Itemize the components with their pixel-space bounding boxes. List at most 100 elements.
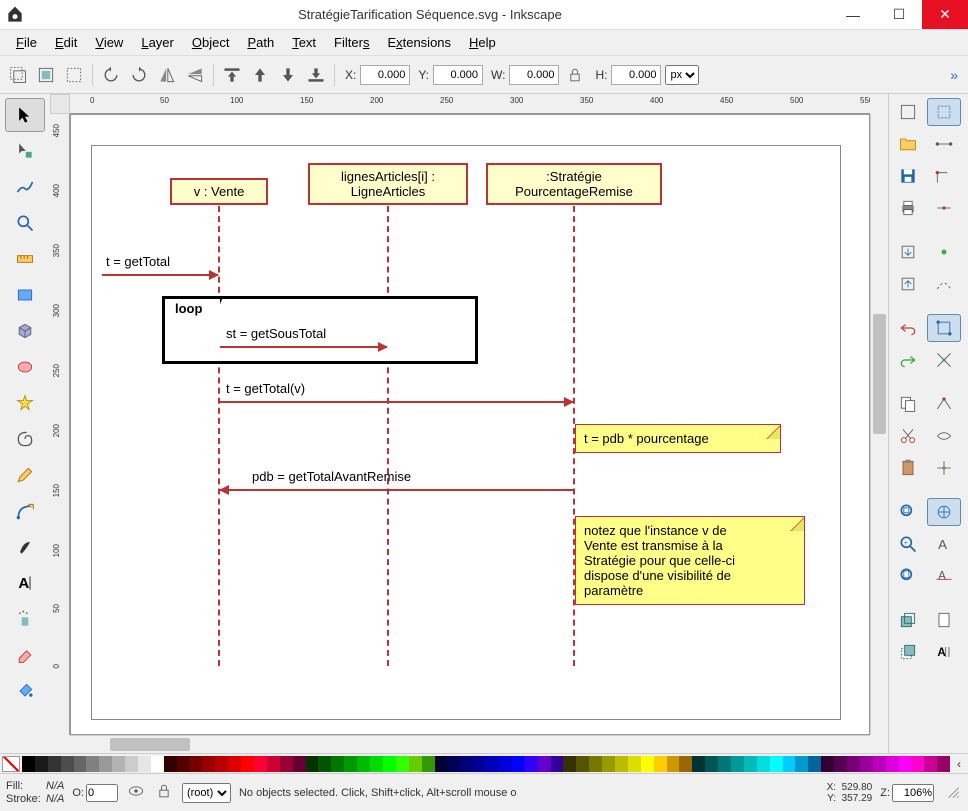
cut-icon[interactable] <box>891 422 925 450</box>
swatch[interactable] <box>783 756 796 772</box>
palette-more-icon[interactable]: ‹ <box>950 757 968 771</box>
swatch[interactable] <box>215 756 228 772</box>
swatch[interactable] <box>435 756 448 772</box>
swatch[interactable] <box>99 756 112 772</box>
select-all-layers-icon[interactable] <box>6 63 30 87</box>
zoom-page-icon[interactable] <box>891 562 925 590</box>
swatch[interactable] <box>860 756 873 772</box>
snap-grid-text-icon[interactable]: A <box>927 638 961 666</box>
measure-tool[interactable] <box>5 242 45 276</box>
import-icon[interactable] <box>891 238 925 266</box>
snap-rotation-icon[interactable] <box>927 498 961 526</box>
swatch[interactable] <box>705 756 718 772</box>
swatch[interactable] <box>628 756 641 772</box>
swatch[interactable] <box>847 756 860 772</box>
spiral-tool[interactable] <box>5 422 45 456</box>
rotate-ccw-icon[interactable] <box>99 63 123 87</box>
snap-smooth-icon[interactable] <box>927 422 961 450</box>
snap-path-icon[interactable] <box>927 270 961 298</box>
swatch[interactable] <box>576 756 589 772</box>
rect-tool[interactable] <box>5 278 45 312</box>
snap-enable-icon[interactable] <box>891 98 925 126</box>
swatch[interactable] <box>821 756 834 772</box>
x-input[interactable] <box>360 65 410 85</box>
snap-baseline-icon[interactable]: A <box>927 562 961 590</box>
deselect-icon[interactable] <box>62 63 86 87</box>
swatch[interactable] <box>447 756 460 772</box>
zoom-tool[interactable] <box>5 206 45 240</box>
vertical-scrollbar[interactable] <box>870 114 888 735</box>
swatch[interactable] <box>357 756 370 772</box>
node-tool[interactable] <box>5 134 45 168</box>
eraser-tool[interactable] <box>5 638 45 672</box>
swatch[interactable] <box>731 756 744 772</box>
swatch[interactable] <box>112 756 125 772</box>
rotate-cw-icon[interactable] <box>127 63 151 87</box>
copy-icon[interactable] <box>891 390 925 418</box>
swatch[interactable] <box>306 756 319 772</box>
swatch[interactable] <box>241 756 254 772</box>
layer-select[interactable]: (root) <box>182 783 231 803</box>
swatch[interactable] <box>331 756 344 772</box>
swatch[interactable] <box>679 756 692 772</box>
bucket-tool[interactable] <box>5 674 45 708</box>
horizontal-scrollbar[interactable] <box>70 735 870 753</box>
lower-bottom-icon[interactable] <box>304 63 328 87</box>
menu-layer[interactable]: Layer <box>133 33 182 52</box>
undo-icon[interactable] <box>891 314 925 342</box>
swatch[interactable] <box>757 756 770 772</box>
swatch[interactable] <box>293 756 306 772</box>
menu-view[interactable]: View <box>87 33 131 52</box>
raise-top-icon[interactable] <box>220 63 244 87</box>
maximize-button[interactable]: ☐ <box>876 0 922 29</box>
swatch[interactable] <box>692 756 705 772</box>
swatch[interactable] <box>318 756 331 772</box>
y-input[interactable] <box>433 65 483 85</box>
swatch[interactable] <box>460 756 473 772</box>
swatch[interactable] <box>744 756 757 772</box>
ellipse-tool[interactable] <box>5 350 45 384</box>
text-tool[interactable]: A <box>5 566 45 600</box>
zoom-sel-icon[interactable] <box>891 498 925 526</box>
export-icon[interactable] <box>891 270 925 298</box>
menu-object[interactable]: Object <box>184 33 238 52</box>
swatch[interactable] <box>473 756 486 772</box>
swatch[interactable] <box>125 756 138 772</box>
swatch[interactable] <box>512 756 525 772</box>
swatch[interactable] <box>177 756 190 772</box>
snap-edge-icon[interactable] <box>927 130 961 158</box>
snap-corner-icon[interactable] <box>927 162 961 190</box>
close-button[interactable]: ✕ <box>922 0 968 29</box>
redo-icon[interactable] <box>891 346 925 374</box>
ruler-vertical[interactable]: 450400350300250200150100500 <box>50 114 70 735</box>
layer-lock-icon[interactable] <box>154 781 174 804</box>
flip-h-icon[interactable] <box>155 63 179 87</box>
snap-text-icon[interactable]: A <box>927 530 961 558</box>
snap-midpoint-icon[interactable] <box>927 194 961 222</box>
swatch[interactable] <box>48 756 61 772</box>
swatch[interactable] <box>937 756 950 772</box>
menu-path[interactable]: Path <box>239 33 282 52</box>
swatch[interactable] <box>551 756 564 772</box>
snap-node-icon[interactable] <box>927 238 961 266</box>
swatch[interactable] <box>409 756 422 772</box>
swatch[interactable] <box>641 756 654 772</box>
3dbox-tool[interactable] <box>5 314 45 348</box>
raise-icon[interactable] <box>248 63 272 87</box>
swatch[interactable] <box>615 756 628 772</box>
unit-select[interactable]: px <box>665 65 699 85</box>
swatch[interactable] <box>770 756 783 772</box>
snap-intersection-icon[interactable] <box>927 346 961 374</box>
snap-cusp-icon[interactable] <box>927 390 961 418</box>
swatch[interactable] <box>563 756 576 772</box>
menu-help[interactable]: Help <box>461 33 504 52</box>
swatch[interactable] <box>151 756 164 772</box>
swatch[interactable] <box>589 756 602 772</box>
swatch[interactable] <box>35 756 48 772</box>
duplicate-icon[interactable] <box>891 606 925 634</box>
minimize-button[interactable]: — <box>830 0 876 29</box>
swatch[interactable] <box>499 756 512 772</box>
swatch[interactable] <box>138 756 151 772</box>
menu-extensions[interactable]: Extensions <box>379 33 459 52</box>
canvas[interactable]: v : Vente lignesArticles[i] :LigneArticl… <box>70 114 870 735</box>
